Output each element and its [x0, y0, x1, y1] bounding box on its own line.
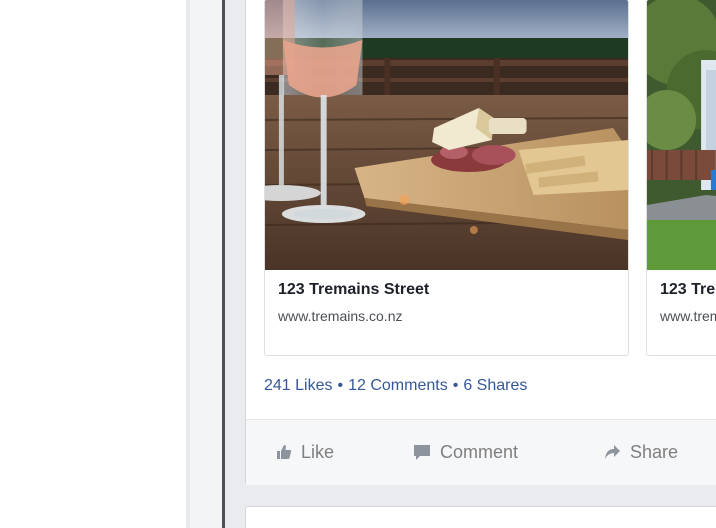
comment-label: Comment: [440, 441, 519, 462]
card-url[interactable]: www.tremains.co.nz: [660, 308, 716, 324]
carousel-card[interactable]: 123 Tremains Street www.tremains.co.nz: [264, 0, 629, 356]
wine-cheese-photo: [265, 0, 628, 270]
share-arrow-icon: [605, 445, 620, 459]
share-button[interactable]: Share: [604, 441, 678, 463]
like-label: Like: [301, 441, 335, 462]
house-garden-photo: [647, 0, 716, 270]
post-card: 123 Tremains Street www.tremains.co.nz 1…: [245, 0, 716, 485]
likes-count-link[interactable]: 241 Likes: [264, 377, 333, 395]
separator: •: [452, 377, 459, 394]
action-bar: Like Comment Share: [246, 419, 716, 485]
next-post-card: [245, 506, 716, 528]
card-url[interactable]: www.tremains.co.nz: [278, 308, 402, 324]
left-pane: [0, 0, 186, 528]
carousel-card[interactable]: 123 Tremains Street www.tremains.co.nz: [646, 0, 716, 356]
card-title[interactable]: 123 Tremains Street: [660, 281, 716, 299]
gutter: [190, 0, 222, 528]
engagement-stats: 241 Likes • 12 Comments • 6 Shares: [264, 377, 527, 395]
comment-icon: [414, 444, 430, 460]
like-button[interactable]: Like: [276, 441, 334, 463]
news-feed: 123 Tremains Street www.tremains.co.nz 1…: [225, 0, 716, 528]
shares-count-link[interactable]: 6 Shares: [463, 377, 527, 395]
share-label: Share: [630, 441, 679, 462]
comments-count-link[interactable]: 12 Comments: [348, 377, 448, 395]
comment-button[interactable]: Comment: [413, 441, 518, 463]
separator: •: [337, 377, 344, 394]
thumbs-up-icon: [277, 445, 292, 459]
card-title[interactable]: 123 Tremains Street: [278, 281, 429, 299]
